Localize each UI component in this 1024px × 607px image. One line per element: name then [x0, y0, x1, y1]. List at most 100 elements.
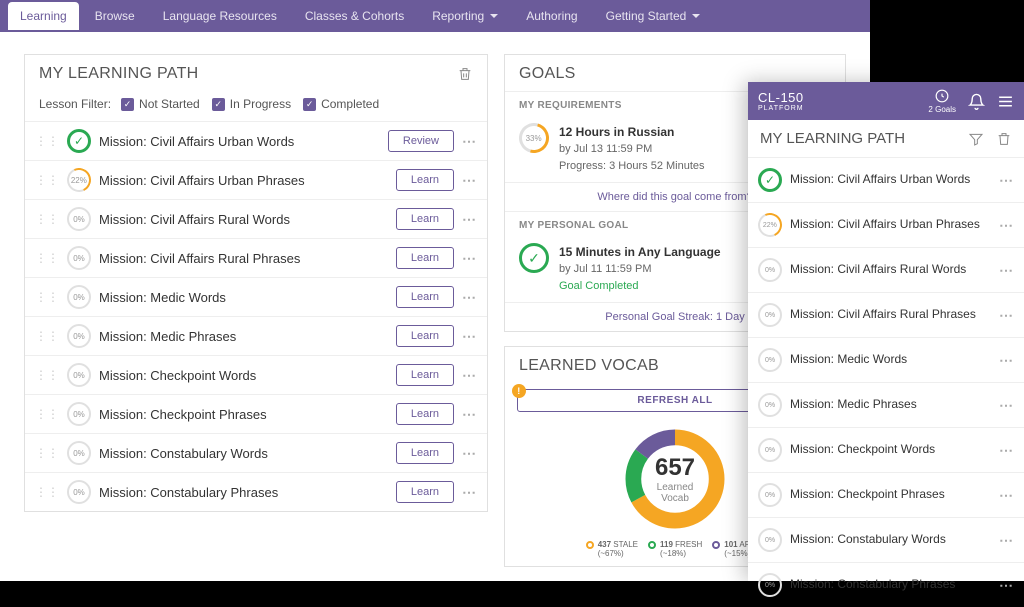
- more-options-icon[interactable]: ⋯: [462, 133, 477, 150]
- more-options-icon[interactable]: ⋯: [462, 406, 477, 423]
- more-options-icon[interactable]: ⋯: [462, 172, 477, 189]
- nav-tab-learning[interactable]: Learning: [8, 2, 79, 30]
- trash-icon[interactable]: [996, 131, 1012, 147]
- learn-button[interactable]: Learn: [396, 481, 454, 503]
- more-options-icon[interactable]: ⋯: [999, 532, 1014, 549]
- more-options-icon[interactable]: ⋯: [999, 262, 1014, 279]
- progress-ring-icon: 0%: [67, 363, 91, 387]
- mobile-learning-path-item[interactable]: 22%Mission: Civil Affairs Urban Phrases⋯: [748, 202, 1024, 247]
- lesson-title: Mission: Constabulary Words: [790, 532, 991, 548]
- vocab-total: 657: [655, 454, 695, 482]
- drag-handle-icon[interactable]: ⋮⋮: [35, 446, 59, 460]
- more-options-icon[interactable]: ⋯: [462, 367, 477, 384]
- more-options-icon[interactable]: ⋯: [999, 352, 1014, 369]
- drag-handle-icon[interactable]: ⋮⋮: [35, 485, 59, 499]
- progress-ring-icon: 0%: [758, 393, 782, 417]
- progress-ring-icon: 0%: [758, 348, 782, 372]
- goal-progress: Progress: 3 Hours 52 Minutes: [559, 158, 705, 175]
- goal-title: 15 Minutes in Any Language: [559, 243, 721, 261]
- learning-path-item: ⋮⋮ 0% Mission: Checkpoint Words Learn ⋯: [25, 355, 487, 394]
- mobile-learning-path-item[interactable]: 0% Mission: Civil Affairs Rural Words ⋯: [748, 247, 1024, 292]
- trash-icon[interactable]: [457, 65, 473, 83]
- drag-handle-icon[interactable]: ⋮⋮: [35, 173, 59, 187]
- hamburger-icon[interactable]: [997, 93, 1014, 110]
- filter-completed[interactable]: ✓Completed: [303, 97, 379, 111]
- mobile-learning-path-item[interactable]: 0% Mission: Civil Affairs Rural Phrases ⋯: [748, 292, 1024, 337]
- nav-tab-classes-cohorts[interactable]: Classes & Cohorts: [293, 2, 416, 30]
- review-button[interactable]: Review: [388, 130, 454, 152]
- lesson-filter-row: Lesson Filter: ✓Not Started✓In Progress✓…: [25, 91, 487, 121]
- learn-button[interactable]: Learn: [396, 442, 454, 464]
- drag-handle-icon[interactable]: ⋮⋮: [35, 407, 59, 421]
- goal-due: by Jul 13 11:59 PM: [559, 141, 705, 158]
- mobile-learning-path-item[interactable]: 0%Mission: Checkpoint Phrases⋯: [748, 472, 1024, 517]
- progress-ring-icon: 0%: [758, 303, 782, 327]
- legend-fresh: 119 FRESH(~18%): [648, 540, 702, 558]
- learn-button[interactable]: Learn: [396, 208, 454, 230]
- checkbox-icon: ✓: [212, 98, 225, 111]
- nav-tab-getting-started[interactable]: Getting Started: [594, 2, 713, 30]
- lesson-title: Mission: Civil Affairs Rural Words: [790, 262, 991, 278]
- more-options-icon[interactable]: ⋯: [999, 307, 1014, 324]
- mobile-header: CL-150 PLATFORM 2 Goals: [748, 82, 1024, 120]
- more-options-icon[interactable]: ⋯: [462, 484, 477, 501]
- learning-path-title: MY LEARNING PATH: [39, 65, 199, 83]
- lesson-title: Mission: Constabulary Words: [99, 446, 388, 461]
- lesson-title: Mission: Checkpoint Words: [99, 368, 388, 383]
- goals-indicator[interactable]: 2 Goals: [928, 89, 956, 114]
- more-options-icon[interactable]: ⋯: [999, 217, 1014, 234]
- learn-button[interactable]: Learn: [396, 247, 454, 269]
- learn-button[interactable]: Learn: [396, 169, 454, 191]
- more-options-icon[interactable]: ⋯: [999, 487, 1014, 504]
- nav-tab-authoring[interactable]: Authoring: [514, 2, 589, 30]
- more-options-icon[interactable]: ⋯: [462, 250, 477, 267]
- mobile-view: CL-150 PLATFORM 2 Goals MY LEARNING PATH…: [748, 82, 1024, 581]
- more-options-icon[interactable]: ⋯: [462, 289, 477, 306]
- learn-button[interactable]: Learn: [396, 325, 454, 347]
- more-options-icon[interactable]: ⋯: [462, 445, 477, 462]
- lesson-title: Mission: Medic Words: [99, 290, 388, 305]
- learn-button[interactable]: Learn: [396, 403, 454, 425]
- mobile-learning-path-item[interactable]: ✓Mission: Civil Affairs Urban Words⋯: [748, 157, 1024, 202]
- more-options-icon[interactable]: ⋯: [462, 211, 477, 228]
- chevron-down-icon: [490, 14, 498, 18]
- nav-tab-browse[interactable]: Browse: [83, 2, 147, 30]
- vocab-total-label: LearnedVocab: [657, 482, 694, 504]
- learn-button[interactable]: Learn: [396, 364, 454, 386]
- nav-tab-language-resources[interactable]: Language Resources: [151, 2, 289, 30]
- mobile-learning-path-item[interactable]: 0%Mission: Medic Words⋯: [748, 337, 1024, 382]
- lesson-title: Mission: Civil Affairs Rural Phrases: [99, 251, 388, 266]
- drag-handle-icon[interactable]: ⋮⋮: [35, 251, 59, 265]
- progress-ring-icon: 0%: [758, 483, 782, 507]
- check-ring-icon: ✓: [67, 129, 91, 153]
- mobile-learning-path-item[interactable]: 0%Mission: Constabulary Phrases⋯: [748, 562, 1024, 607]
- progress-ring-icon: 0%: [758, 573, 782, 597]
- more-options-icon[interactable]: ⋯: [999, 172, 1014, 189]
- drag-handle-icon[interactable]: ⋮⋮: [35, 134, 59, 148]
- progress-ring-icon: 0%: [758, 258, 782, 282]
- progress-ring-icon: 0%: [67, 441, 91, 465]
- legend-stale: 437 STALE(~67%): [586, 540, 638, 558]
- lesson-title: Mission: Civil Affairs Rural Phrases: [790, 307, 991, 323]
- drag-handle-icon[interactable]: ⋮⋮: [35, 290, 59, 304]
- more-options-icon[interactable]: ⋯: [999, 442, 1014, 459]
- drag-handle-icon[interactable]: ⋮⋮: [35, 329, 59, 343]
- mobile-learning-path-item[interactable]: 0%Mission: Constabulary Words⋯: [748, 517, 1024, 562]
- learn-button[interactable]: Learn: [396, 286, 454, 308]
- more-options-icon[interactable]: ⋯: [462, 328, 477, 345]
- filter-not-started[interactable]: ✓Not Started: [121, 97, 200, 111]
- filter-icon[interactable]: [968, 131, 984, 147]
- progress-ring-icon: 0%: [67, 402, 91, 426]
- more-options-icon[interactable]: ⋯: [999, 397, 1014, 414]
- mobile-learning-path-item[interactable]: 0%Mission: Medic Phrases⋯: [748, 382, 1024, 427]
- mobile-learning-path-item[interactable]: 0%Mission: Checkpoint Words⋯: [748, 427, 1024, 472]
- filter-in-progress[interactable]: ✓In Progress: [212, 97, 291, 111]
- nav-tab-reporting[interactable]: Reporting: [420, 2, 510, 30]
- more-options-icon[interactable]: ⋯: [999, 577, 1014, 594]
- progress-ring-icon: 0%: [67, 480, 91, 504]
- lesson-title: Mission: Civil Affairs Urban Words: [99, 134, 380, 149]
- bell-icon[interactable]: [968, 93, 985, 110]
- chevron-down-icon: [692, 14, 700, 18]
- drag-handle-icon[interactable]: ⋮⋮: [35, 212, 59, 226]
- drag-handle-icon[interactable]: ⋮⋮: [35, 368, 59, 382]
